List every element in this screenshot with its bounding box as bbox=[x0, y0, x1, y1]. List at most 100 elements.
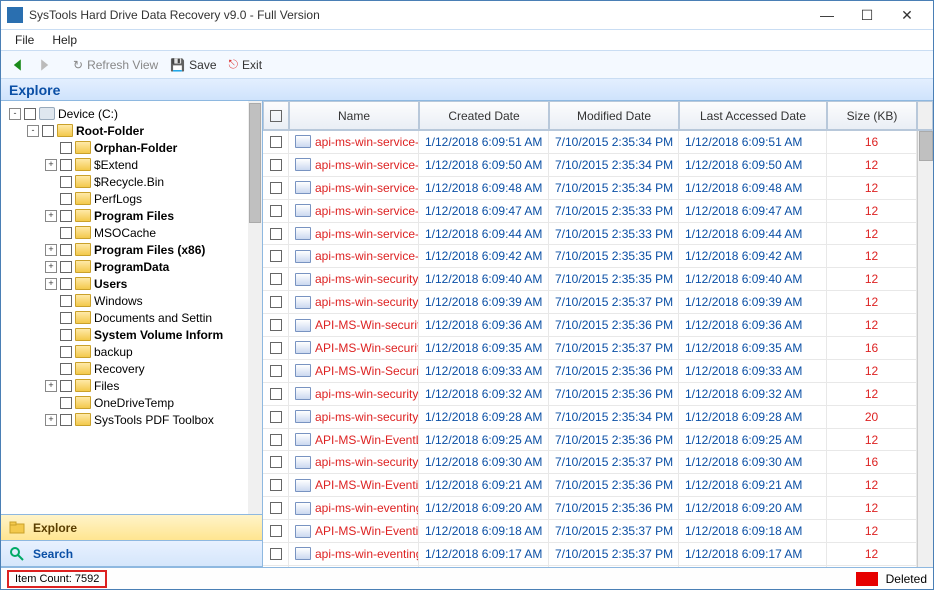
row-checkbox-cell[interactable] bbox=[263, 223, 289, 245]
tree-checkbox[interactable] bbox=[60, 414, 72, 426]
tree-expander[interactable]: + bbox=[45, 278, 57, 290]
tree-checkbox[interactable] bbox=[60, 278, 72, 290]
tree-checkbox[interactable] bbox=[60, 159, 72, 171]
row-checkbox-cell[interactable] bbox=[263, 383, 289, 405]
nav-back-button[interactable] bbox=[7, 58, 29, 72]
row-checkbox-cell[interactable] bbox=[263, 360, 289, 382]
tree-node[interactable]: +$Extend bbox=[1, 156, 262, 173]
tree-node[interactable]: backup bbox=[1, 343, 262, 360]
exit-button[interactable]: ⎋Exit bbox=[225, 57, 267, 72]
tree-node[interactable]: System Volume Inform bbox=[1, 326, 262, 343]
row-checkbox[interactable] bbox=[270, 159, 282, 171]
row-checkbox[interactable] bbox=[270, 525, 282, 537]
tree-checkbox[interactable] bbox=[60, 261, 72, 273]
table-row[interactable]: API-MS-Win-Eventing-...1/12/2018 6:09:15… bbox=[263, 566, 933, 567]
save-button[interactable]: 💾Save bbox=[166, 58, 220, 72]
tree-scrollbar[interactable] bbox=[248, 101, 262, 514]
table-row[interactable]: api-ms-win-service-co...1/12/2018 6:09:4… bbox=[263, 245, 933, 268]
tree-node[interactable]: PerfLogs bbox=[1, 190, 262, 207]
row-checkbox[interactable] bbox=[270, 456, 282, 468]
grid-body[interactable]: api-ms-win-service-wi...1/12/2018 6:09:5… bbox=[263, 131, 933, 567]
table-row[interactable]: api-ms-win-service-ma...1/12/2018 6:09:4… bbox=[263, 223, 933, 246]
col-header-accessed[interactable]: Last Accessed Date bbox=[679, 101, 827, 130]
row-checkbox-cell[interactable] bbox=[263, 154, 289, 176]
table-row[interactable]: API-MS-Win-Security-...1/12/2018 6:09:33… bbox=[263, 360, 933, 383]
col-header-modified[interactable]: Modified Date bbox=[549, 101, 679, 130]
table-row[interactable]: API-MS-Win-EventLog...1/12/2018 6:09:25 … bbox=[263, 429, 933, 452]
row-checkbox[interactable] bbox=[270, 273, 282, 285]
tab-search[interactable]: Search bbox=[1, 541, 262, 567]
tree-scrollbar-thumb[interactable] bbox=[249, 103, 261, 223]
row-checkbox[interactable] bbox=[270, 502, 282, 514]
tab-explore[interactable]: Explore bbox=[1, 515, 262, 541]
row-checkbox-cell[interactable] bbox=[263, 474, 289, 496]
row-checkbox[interactable] bbox=[270, 548, 282, 560]
tree-node[interactable]: +Users bbox=[1, 275, 262, 292]
tree-checkbox[interactable] bbox=[60, 210, 72, 222]
row-checkbox-cell[interactable] bbox=[263, 177, 289, 199]
tree-expander[interactable]: - bbox=[9, 108, 21, 120]
row-checkbox-cell[interactable] bbox=[263, 520, 289, 542]
minimize-button[interactable]: — bbox=[807, 1, 847, 29]
tree-checkbox[interactable] bbox=[60, 363, 72, 375]
tree-node[interactable]: OneDriveTemp bbox=[1, 394, 262, 411]
row-checkbox-cell[interactable] bbox=[263, 131, 289, 153]
tree-node[interactable]: Documents and Settin bbox=[1, 309, 262, 326]
grid-scrollbar[interactable] bbox=[917, 131, 933, 567]
row-checkbox-cell[interactable] bbox=[263, 451, 289, 473]
tree-node[interactable]: MSOCache bbox=[1, 224, 262, 241]
tree-node[interactable]: +ProgramData bbox=[1, 258, 262, 275]
table-row[interactable]: api-ms-win-security-s...1/12/2018 6:09:3… bbox=[263, 291, 933, 314]
tree-checkbox[interactable] bbox=[60, 329, 72, 341]
row-checkbox-cell[interactable] bbox=[263, 429, 289, 451]
table-row[interactable]: API-MS-Win-Eventing-...1/12/2018 6:09:18… bbox=[263, 520, 933, 543]
row-checkbox[interactable] bbox=[270, 319, 282, 331]
tree-checkbox[interactable] bbox=[42, 125, 54, 137]
row-checkbox[interactable] bbox=[270, 228, 282, 240]
tree-node[interactable]: -Root-Folder bbox=[1, 122, 262, 139]
folder-tree[interactable]: -Device (C:)-Root-FolderOrphan-Folder+$E… bbox=[1, 101, 262, 514]
tree-expander[interactable]: + bbox=[45, 244, 57, 256]
tree-expander[interactable]: + bbox=[45, 261, 57, 273]
table-row[interactable]: API-MS-Win-Eventing-...1/12/2018 6:09:21… bbox=[263, 474, 933, 497]
header-checkbox-cell[interactable] bbox=[263, 101, 289, 130]
tree-checkbox[interactable] bbox=[60, 227, 72, 239]
tree-node[interactable]: +Program Files (x86) bbox=[1, 241, 262, 258]
tree-checkbox[interactable] bbox=[60, 244, 72, 256]
tree-expander[interactable]: + bbox=[45, 159, 57, 171]
table-row[interactable]: api-ms-win-service-pri...1/12/2018 6:09:… bbox=[263, 154, 933, 177]
table-row[interactable]: api-ms-win-eventing-c...1/12/2018 6:09:1… bbox=[263, 543, 933, 566]
col-header-created[interactable]: Created Date bbox=[419, 101, 549, 130]
row-checkbox-cell[interactable] bbox=[263, 543, 289, 565]
tree-node[interactable]: $Recycle.Bin bbox=[1, 173, 262, 190]
table-row[interactable]: api-ms-win-service-ma...1/12/2018 6:09:4… bbox=[263, 200, 933, 223]
tree-node[interactable]: +Program Files bbox=[1, 207, 262, 224]
tree-checkbox[interactable] bbox=[60, 176, 72, 188]
col-header-size[interactable]: Size (KB) bbox=[827, 101, 917, 130]
tree-checkbox[interactable] bbox=[60, 397, 72, 409]
tree-node[interactable]: Recovery bbox=[1, 360, 262, 377]
nav-forward-button[interactable] bbox=[33, 58, 55, 72]
row-checkbox-cell[interactable] bbox=[263, 406, 289, 428]
row-checkbox-cell[interactable] bbox=[263, 497, 289, 519]
row-checkbox-cell[interactable] bbox=[263, 200, 289, 222]
row-checkbox[interactable] bbox=[270, 296, 282, 308]
refresh-button[interactable]: ↻Refresh View bbox=[69, 58, 162, 72]
table-row[interactable]: API-MS-Win-security-l...1/12/2018 6:09:3… bbox=[263, 337, 933, 360]
tree-checkbox[interactable] bbox=[60, 295, 72, 307]
row-checkbox-cell[interactable] bbox=[263, 245, 289, 267]
tree-checkbox[interactable] bbox=[60, 142, 72, 154]
table-row[interactable]: api-ms-win-security-s...1/12/2018 6:09:4… bbox=[263, 268, 933, 291]
menu-file[interactable]: File bbox=[15, 33, 34, 47]
row-checkbox[interactable] bbox=[270, 365, 282, 377]
select-all-checkbox[interactable] bbox=[270, 110, 282, 122]
table-row[interactable]: API-MS-Win-security-...1/12/2018 6:09:36… bbox=[263, 314, 933, 337]
table-row[interactable]: api-ms-win-security-cr...1/12/2018 6:09:… bbox=[263, 451, 933, 474]
row-checkbox[interactable] bbox=[270, 411, 282, 423]
tree-checkbox[interactable] bbox=[60, 193, 72, 205]
row-checkbox-cell[interactable] bbox=[263, 566, 289, 567]
row-checkbox[interactable] bbox=[270, 182, 282, 194]
tree-checkbox[interactable] bbox=[24, 108, 36, 120]
menu-help[interactable]: Help bbox=[52, 33, 77, 47]
tree-node[interactable]: Orphan-Folder bbox=[1, 139, 262, 156]
